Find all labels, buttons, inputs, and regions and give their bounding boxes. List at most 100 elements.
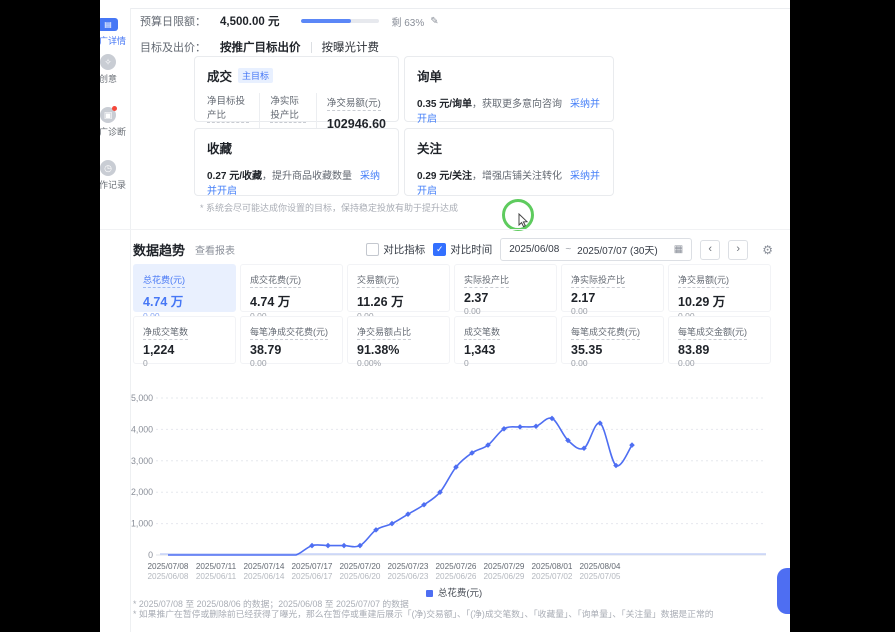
sidebar-item-1[interactable]: ▤推广详情 (100, 14, 130, 47)
goal-card-title: 收藏 (207, 138, 386, 157)
tab-bid-by-impression[interactable]: 按曝光计费 (322, 39, 380, 55)
gear-icon[interactable]: ⚙ (762, 243, 773, 257)
goal-card-follow[interactable]: 关注0.29 元/关注，增强店铺关注转化采纳并开启 (404, 128, 614, 196)
metric-tile-1[interactable]: 总花费(元)4.74 万0.00 (133, 264, 236, 312)
metric-tile-6[interactable]: 净交易额(元)10.29 万0.00 (668, 264, 771, 312)
tile-label: 每笔成交花费(元) (571, 325, 640, 340)
budget-label: 预算日限额： (140, 13, 206, 29)
tile-value: 1,224 (143, 343, 226, 357)
tile-compare-value: 0.00% (357, 358, 440, 368)
tile-label: 交易额(元) (357, 273, 399, 288)
trend-chart: 01,0002,0003,0004,0005,0002025/07/082025… (120, 388, 788, 588)
sidebar-item-label: 创意 (100, 72, 130, 85)
data-point-marker[interactable] (341, 543, 347, 549)
sidebar-icon-3: ▣ (100, 107, 116, 123)
x-axis-tick-compare: 2025/06/17 (292, 572, 333, 581)
metric-tile-8[interactable]: 每笔净成交花费(元)38.790.00 (240, 316, 343, 364)
x-axis-tick-compare: 2025/07/05 (580, 572, 621, 581)
mouse-cursor-icon (518, 213, 530, 228)
tile-value: 1,343 (464, 343, 547, 357)
y-axis-tick: 4,000 (131, 424, 153, 434)
x-axis-tick-compare: 2025/06/23 (388, 572, 429, 581)
metric-label: 净交易额(元) (327, 95, 381, 111)
compare-time-checkbox[interactable]: ✓ (433, 243, 446, 256)
tile-compare-value: 0.00 (250, 358, 333, 368)
tile-value: 11.26 万 (357, 291, 440, 310)
calendar-icon: ▦ (674, 244, 683, 255)
tab-bid-by-goal[interactable]: 按推广目标出价 (220, 39, 301, 55)
sidebar-item-2[interactable]: ✧ 创意 (100, 52, 130, 85)
sidebar-item-3[interactable]: ▣推广诊断 (100, 105, 130, 138)
goal-card-favorite[interactable]: 收藏 0.27 元/收藏，提升商品收藏数量采纳并开启 (194, 128, 399, 196)
tile-compare-value: 0.00 (464, 306, 547, 316)
date-start: 2025/06/08 (509, 244, 559, 255)
metric-tile-12[interactable]: 每笔成交金额(元)83.890.00 (668, 316, 771, 364)
notification-dot (112, 106, 117, 111)
prev-period-button[interactable]: ‹ (700, 240, 720, 260)
budget-progress-fill (301, 19, 350, 23)
tile-value: 38.79 (250, 343, 333, 357)
y-axis-tick: 2,000 (131, 487, 153, 497)
data-point-marker[interactable] (517, 424, 523, 430)
tab-separator (311, 42, 312, 53)
data-point-marker[interactable] (533, 423, 539, 429)
sidebar-item-4[interactable]: ◷操作记录 (100, 158, 130, 191)
metric-tile-9[interactable]: 净交易额占比91.38%0.00% (347, 316, 450, 364)
metric-tile-5[interactable]: 净实际投产比2.170.00 (561, 264, 664, 312)
data-point-marker[interactable] (325, 543, 331, 549)
tile-label: 净实际投产比 (571, 273, 625, 288)
tile-value: 35.35 (571, 343, 654, 357)
tile-compare-value: 0.00 (678, 358, 761, 368)
data-point-marker[interactable] (309, 543, 315, 549)
tile-label: 每笔净成交花费(元) (250, 325, 328, 340)
view-report-link[interactable]: 查看报表 (195, 242, 235, 257)
x-axis-tick-compare: 2025/06/29 (484, 572, 525, 581)
tile-value: 4.74 万 (143, 291, 226, 310)
x-axis-tick-current: 2025/07/08 (148, 562, 189, 571)
date-range-picker[interactable]: 2025/06/08 ~ 2025/07/07 (30天) ▦ (500, 238, 692, 261)
budget-edit-icon[interactable]: ✎ (430, 16, 438, 27)
metric-tile-4[interactable]: 实际投产比2.370.00 (454, 264, 557, 312)
x-axis-tick-compare: 2025/06/26 (436, 572, 477, 581)
tile-value: 91.38% (357, 343, 440, 357)
next-period-button[interactable]: › (728, 240, 748, 260)
bid-tabs: 按推广目标出价 按曝光计费 (220, 39, 379, 55)
tile-value: 4.74 万 (250, 291, 333, 310)
goal-card-deal[interactable]: 成交 主目标 净目标投产比ⓘ 2.45 ✎ 净实际投产比 2.17 净交易额(元… (194, 56, 399, 122)
tile-label: 净交易额(元) (678, 273, 729, 288)
goal-card-title: 关注 (417, 138, 601, 157)
x-axis-tick-current: 2025/07/23 (388, 562, 429, 571)
chart-footnote-2: * 如果推广在暂停或删除前已经获得了曝光，那么在暂停或重建后展示「(净)交易额」… (133, 607, 714, 620)
x-axis-tick-compare: 2025/06/14 (244, 572, 285, 581)
tile-value: 2.17 (571, 291, 654, 305)
x-axis-tick-compare: 2025/06/08 (148, 572, 189, 581)
tile-label: 净成交笔数 (143, 325, 188, 340)
goal-footnote: * 系统会尽可能达成你设置的目标，保持稳定投放有助于提升达成 (200, 201, 458, 214)
floating-side-button[interactable] (777, 568, 790, 614)
date-end: 2025/07/07 (30天) (577, 242, 658, 257)
goal-card-title: 询单 (417, 66, 601, 85)
x-axis-tick-compare: 2025/06/11 (196, 572, 237, 581)
metric-tile-3[interactable]: 交易额(元)11.26 万0.00 (347, 264, 450, 312)
metric-tile-11[interactable]: 每笔成交花费(元)35.350.00 (561, 316, 664, 364)
x-axis-tick-compare: 2025/07/02 (532, 572, 573, 581)
compare-metric-label: 对比指标 (383, 242, 425, 257)
y-axis-tick: 1,000 (131, 519, 153, 529)
x-axis-tick-current: 2025/08/01 (532, 562, 573, 571)
compare-time-checkbox-group[interactable]: ✓ 对比时间 (433, 242, 492, 257)
tile-value: 2.37 (464, 291, 547, 305)
x-axis-tick-current: 2025/07/29 (484, 562, 525, 571)
compare-metric-checkbox[interactable] (366, 243, 379, 256)
goal-card-inquiry[interactable]: 询单0.35 元/询单，获取更多意向咨询采纳并开启 (404, 56, 614, 122)
goal-card-title-row: 成交 主目标 (207, 66, 386, 85)
metric-tile-2[interactable]: 成交花费(元)4.74 万0.00 (240, 264, 343, 312)
metric-tile-10[interactable]: 成交笔数1,3430 (454, 316, 557, 364)
sidebar-icon-4: ◷ (100, 160, 116, 176)
sidebar-icon-2: ✧ (100, 54, 116, 70)
goal-card-desc: 0.27 元/收藏，提升商品收藏数量采纳并开启 (207, 167, 386, 197)
trend-controls: 对比指标 ✓ 对比时间 2025/06/08 ~ 2025/07/07 (30天… (366, 238, 773, 261)
compare-metric-checkbox-group[interactable]: 对比指标 (366, 242, 425, 257)
metric-tile-7[interactable]: 净成交笔数1,2240 (133, 316, 236, 364)
budget-value: 4,500.00 元 (220, 13, 279, 29)
data-point-marker[interactable] (389, 521, 395, 527)
